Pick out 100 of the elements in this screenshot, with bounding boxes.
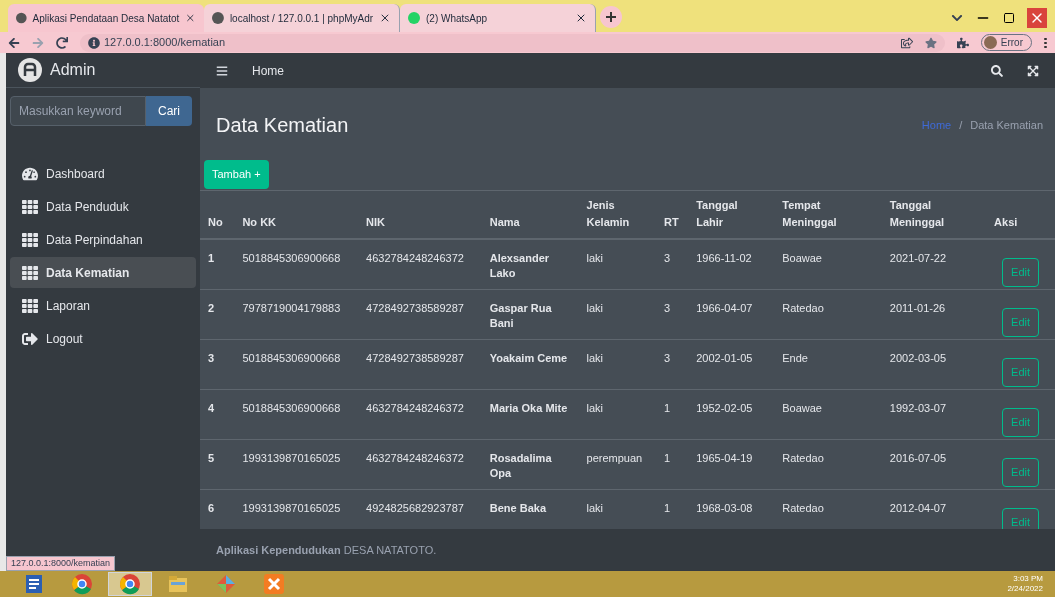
browser-icon[interactable] [71, 573, 93, 595]
column-header: Jenis Kelamin [586, 199, 630, 228]
table-cell: Boawae [782, 252, 822, 264]
table-cell: 7978719004179883 [242, 301, 341, 314]
menu-icon[interactable] [216, 64, 228, 77]
browser-tab[interactable]: localhost / 127.0.0.1 | phpMyAdr [204, 4, 400, 32]
address-bar[interactable]: 127.0.0.1:8000/kematian [80, 33, 945, 52]
table-cell: Ende [782, 351, 808, 364]
table-cell: 1966-11-02 [696, 252, 752, 264]
table-cell: 1966-04-07 [696, 301, 753, 314]
xampp-icon[interactable] [263, 573, 285, 595]
grid-icon [22, 297, 38, 314]
table-cell: 1 [663, 501, 671, 514]
reload-icon[interactable] [56, 36, 68, 49]
fullscreen-icon[interactable] [1027, 64, 1039, 77]
avatar-icon [983, 36, 997, 49]
browser-tab[interactable]: (2) WhatsApp [400, 4, 596, 32]
taskbar-app[interactable] [108, 572, 152, 596]
site-icon [16, 12, 27, 24]
home-link[interactable]: Home [252, 61, 284, 80]
browser-tab[interactable]: Aplikasi Pendataan Desa Natatot [8, 4, 204, 32]
search-button[interactable]: Cari [146, 96, 192, 126]
table-cell: 4728492738589287 [366, 351, 464, 364]
tab-title: localhost / 127.0.0.1 | phpMyAdr [229, 11, 374, 26]
column-header: Nama [489, 215, 520, 228]
table-cell: laki [586, 351, 604, 364]
url-text: 127.0.0.1:8000/kematian [104, 35, 226, 51]
table-cell: Rosadalima Opa [489, 451, 552, 479]
table-cell: laki [586, 401, 604, 414]
column-header: Aksi [994, 215, 1018, 228]
grid-icon [22, 231, 38, 248]
edit-button[interactable]: Edit [1002, 407, 1040, 437]
share-icon[interactable] [900, 36, 913, 49]
sidebar-item[interactable]: Data Kematian [10, 257, 196, 288]
table-cell: 3 [663, 252, 671, 264]
new-tab-button[interactable] [600, 6, 622, 28]
breadcrumb-current: Data Kematian [970, 117, 1043, 133]
document-icon[interactable] [23, 573, 45, 595]
puzzle-icon[interactable] [956, 36, 969, 49]
close-icon[interactable] [575, 12, 587, 24]
close-icon[interactable] [379, 12, 391, 24]
column-header: NIK [366, 215, 386, 228]
search-field[interactable]: Masukkan keyword [10, 96, 146, 126]
sidebar-item[interactable]: Data Perpindahan [10, 224, 196, 255]
table-cell: 5018845306900668 [242, 351, 341, 364]
plus-icon [606, 12, 616, 22]
table-cell: 1 [208, 252, 215, 264]
site-icon [212, 12, 224, 24]
table-cell: 1965-04-19 [696, 451, 753, 464]
table-cell: 1993139870165025 [242, 451, 341, 464]
site-icon [408, 12, 420, 24]
grid-icon [22, 198, 38, 215]
search-icon[interactable] [991, 64, 1003, 77]
edit-button[interactable]: Edit [1002, 307, 1040, 337]
table-cell: 1 [663, 401, 671, 414]
table-cell: 2002-01-05 [696, 351, 753, 364]
logo-icon [18, 58, 42, 82]
more-icon[interactable] [1044, 37, 1047, 48]
table-cell: Ratedao [782, 451, 824, 464]
table-cell: 2016-07-05 [889, 451, 947, 464]
chevron-down-icon[interactable] [951, 12, 963, 24]
table-cell: 6 [208, 501, 215, 514]
table-cell: Gaspar Rua Bani [489, 301, 552, 329]
table-cell: Alexsander Lako [489, 252, 550, 279]
table-cell: Yoakaim Ceme [489, 351, 568, 364]
clock-date: 2/24/2022 [1007, 584, 1043, 594]
edit-button[interactable]: Edit [1002, 457, 1040, 487]
sidebar-item[interactable]: Data Penduduk [10, 191, 196, 222]
table-cell: 5018845306900668 [242, 252, 341, 264]
edit-button[interactable]: Edit [1002, 357, 1040, 387]
table-cell: 1992-03-07 [889, 401, 947, 414]
brand-title: Admin [50, 60, 96, 80]
table-cell: 4 [208, 401, 215, 414]
table-cell: 1 [663, 451, 671, 464]
table-cell: Maria Oka Mite [489, 401, 568, 414]
table-cell: 1993139870165025 [242, 501, 341, 514]
column-header: Tanggal Lahir [696, 199, 738, 228]
browser-icon[interactable] [119, 573, 141, 595]
table-cell: Bene Baka [489, 501, 546, 514]
maximize-icon[interactable] [1003, 12, 1015, 24]
sidebar-item[interactable]: Dashboard [10, 158, 196, 189]
table-cell: 4728492738589287 [366, 301, 464, 314]
column-header: Tempat Meninggal [782, 199, 837, 228]
table-cell: laki [586, 252, 604, 264]
table-cell: Ratedao [782, 501, 824, 514]
table-cell: Boawae [782, 401, 822, 414]
sidebar-item[interactable]: Laporan [10, 290, 196, 321]
table-cell: 2012-04-07 [889, 501, 947, 514]
table-cell: 4632784248246372 [366, 401, 464, 414]
sidebar-item[interactable]: Logout [10, 323, 196, 354]
star-icon[interactable] [924, 36, 937, 49]
edit-button[interactable]: Edit [1002, 258, 1040, 287]
column-header: Tanggal Meninggal [889, 199, 945, 228]
table-cell: 1968-03-08 [696, 501, 753, 514]
clock-time: 3:03 PM [1013, 574, 1043, 584]
back-icon[interactable] [8, 36, 20, 49]
breadcrumb-separator: / [959, 117, 963, 133]
table-cell: 3 [208, 351, 215, 364]
info-icon [88, 36, 100, 49]
table-cell: 5018845306900668 [242, 401, 341, 414]
